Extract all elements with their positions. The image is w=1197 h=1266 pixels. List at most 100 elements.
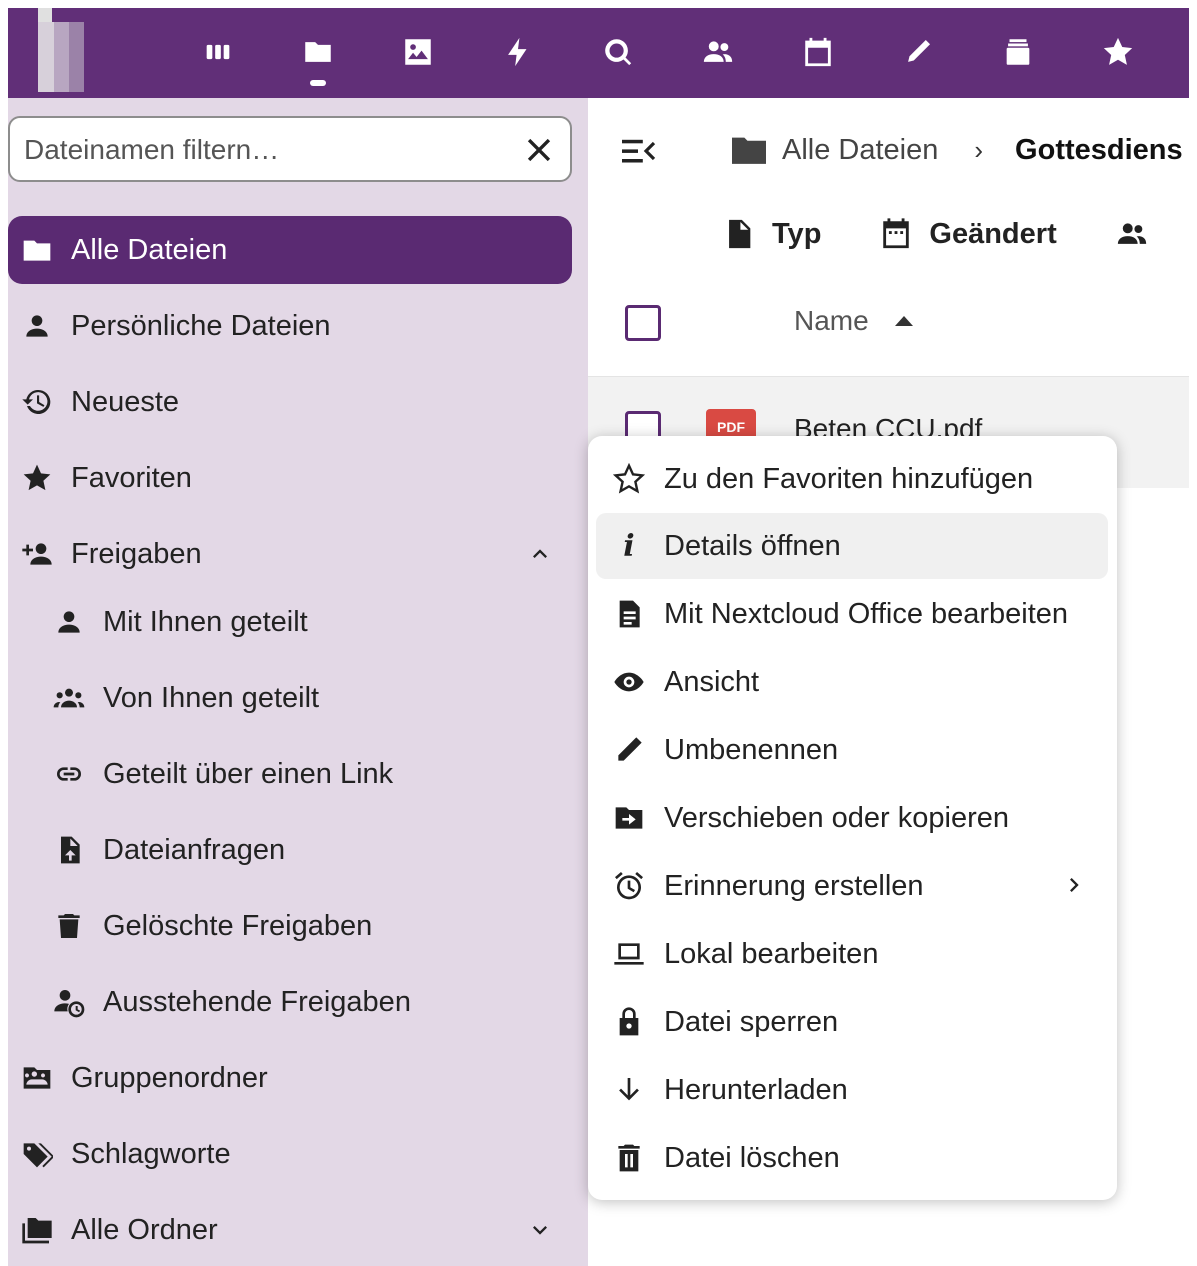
sidebar-item-shared-with-you[interactable]: Mit Ihnen geteilt <box>8 588 572 656</box>
chevron-right-icon <box>1060 871 1088 899</box>
folders-icon <box>20 1213 54 1247</box>
menu-item-rename[interactable]: Umbenennen <box>596 717 1108 783</box>
breadcrumb-item-current[interactable]: Gottesdiens <box>1015 134 1183 167</box>
tags-icon <box>20 1137 54 1171</box>
menu-item-label: Umbenennen <box>664 733 839 766</box>
type-filter-button[interactable]: Typ <box>722 217 821 251</box>
logo[interactable] <box>38 8 84 92</box>
share-add-icon <box>20 537 54 571</box>
document-icon <box>611 596 647 632</box>
menu-item-label: Datei sperren <box>664 1005 839 1038</box>
menu-item-add-favorite[interactable]: Zu den Favoriten hinzufügen <box>596 446 1108 512</box>
notes-icon[interactable] <box>898 32 938 72</box>
chevron-right-icon: › <box>974 134 984 165</box>
calendar-icon <box>883 218 910 249</box>
sidebar-item-shares[interactable]: Freigaben <box>8 520 572 588</box>
sidebar-item-pending-shares[interactable]: Ausstehende Freigaben <box>8 968 572 1036</box>
menu-collapse-icon[interactable] <box>618 135 658 167</box>
eye-icon <box>611 664 647 700</box>
person-icon <box>20 309 54 343</box>
file-list-header: Name <box>588 288 1189 358</box>
dashboard-icon[interactable] <box>198 32 238 72</box>
files-icon[interactable] <box>298 32 338 72</box>
deck-icon[interactable] <box>998 32 1038 72</box>
history-icon <box>20 385 54 419</box>
sidebar-item-favorites[interactable]: Favoriten <box>8 444 572 512</box>
download-icon <box>611 1072 647 1108</box>
sidebar-item-deleted-shares[interactable]: Gelöschte Freigaben <box>8 892 572 960</box>
type-filter-label: Typ <box>772 217 822 250</box>
sidebar-item-recent[interactable]: Neueste <box>8 368 572 436</box>
chevron-down-icon[interactable] <box>526 1216 554 1244</box>
filename-filter-input[interactable] <box>24 130 504 170</box>
calendar-icon[interactable] <box>798 32 838 72</box>
breadcrumb-item[interactable]: Alle Dateien <box>782 134 938 167</box>
sidebar-item-personal-files[interactable]: Persönliche Dateien <box>8 292 572 360</box>
sidebar-item-label: Dateianfragen <box>103 833 286 866</box>
sidebar-item-label: Von Ihnen geteilt <box>103 681 320 714</box>
sidebar-item-label: Freigaben <box>71 537 202 570</box>
active-app-indicator <box>310 80 326 86</box>
menu-item-move-copy[interactable]: Verschieben oder kopieren <box>596 785 1108 851</box>
select-all-checkbox[interactable] <box>625 305 661 341</box>
chevron-up-icon[interactable] <box>526 540 554 568</box>
photos-icon[interactable] <box>398 32 438 72</box>
star-outline-icon <box>611 461 647 497</box>
menu-item-label: Datei löschen <box>664 1141 840 1174</box>
sidebar-item-group-folders[interactable]: Gruppenordner <box>8 1044 572 1112</box>
group-folder-icon <box>20 1061 54 1095</box>
sidebar-item-label: Persönliche Dateien <box>71 309 331 342</box>
pencil-icon <box>611 732 647 768</box>
sidebar-item-label: Alle Dateien <box>71 233 228 266</box>
menu-item-download[interactable]: Herunterladen <box>596 1057 1108 1123</box>
menu-item-create-reminder[interactable]: Erinnerung erstellen <box>596 853 1108 919</box>
folder-icon <box>20 233 54 267</box>
modified-filter-button[interactable]: Geändert <box>879 217 1057 251</box>
sidebar-item-label: Ausstehende Freigaben <box>103 985 411 1018</box>
contacts-icon[interactable] <box>698 32 738 72</box>
menu-item-label: Herunterladen <box>664 1073 848 1106</box>
sidebar-item-shared-by-you[interactable]: Von Ihnen geteilt <box>8 664 572 732</box>
sidebar-item-label: Gruppenordner <box>71 1061 268 1094</box>
menu-item-label: Details öffnen <box>664 529 841 562</box>
close-icon[interactable] <box>522 133 556 167</box>
people-icon <box>1117 223 1146 244</box>
menu-item-delete[interactable]: Datei löschen <box>596 1125 1108 1191</box>
alarm-icon <box>611 868 647 904</box>
sidebar-item-label: Gelöschte Freigaben <box>103 909 373 942</box>
name-column-label: Name <box>794 305 869 336</box>
menu-item-label: Mit Nextcloud Office bearbeiten <box>664 597 1069 630</box>
link-icon <box>52 757 86 791</box>
sidebar-item-shared-by-link[interactable]: Geteilt über einen Link <box>8 740 572 808</box>
delete-icon <box>611 1140 647 1176</box>
sidebar-item-file-requests[interactable]: Dateianfragen <box>8 816 572 884</box>
sidebar-item-label: Favoriten <box>71 461 192 494</box>
favorites-icon[interactable] <box>1098 32 1138 72</box>
sidebar-item-label: Neueste <box>71 385 180 418</box>
file-actions-menu: Zu den Favoriten hinzufügen i Details öf… <box>588 436 1117 1200</box>
sidebar-item-all-files[interactable]: Alle Dateien <box>8 216 572 284</box>
laptop-icon <box>611 936 647 972</box>
menu-item-label: Erinnerung erstellen <box>664 869 924 902</box>
activity-icon[interactable] <box>498 32 538 72</box>
sidebar-item-all-folders[interactable]: Alle Ordner <box>8 1196 572 1264</box>
menu-item-lock-file[interactable]: Datei sperren <box>596 989 1108 1055</box>
name-column-header[interactable]: Name <box>794 305 913 337</box>
people-filter-button[interactable] <box>1115 217 1165 251</box>
menu-item-edit-office[interactable]: Mit Nextcloud Office bearbeiten <box>596 581 1108 647</box>
star-icon <box>20 461 54 495</box>
file-filters: Typ Geändert <box>722 210 1189 258</box>
filename-filter <box>8 116 572 182</box>
search-icon[interactable] <box>598 32 638 72</box>
sidebar-item-label: Mit Ihnen geteilt <box>103 605 308 638</box>
sidebar-item-tags[interactable]: Schlagworte <box>8 1120 572 1188</box>
modified-filter-label: Geändert <box>929 217 1057 250</box>
sidebar: Alle Dateien Persönliche Dateien Neueste… <box>8 98 588 1266</box>
menu-item-open-details[interactable]: i Details öffnen <box>596 513 1108 579</box>
top-bar <box>8 8 1189 98</box>
menu-item-view[interactable]: Ansicht <box>596 649 1108 715</box>
menu-item-label: Verschieben oder kopieren <box>664 801 1010 834</box>
trash-icon <box>52 909 86 943</box>
group-icon <box>52 681 86 715</box>
menu-item-edit-locally[interactable]: Lokal bearbeiten <box>596 921 1108 987</box>
